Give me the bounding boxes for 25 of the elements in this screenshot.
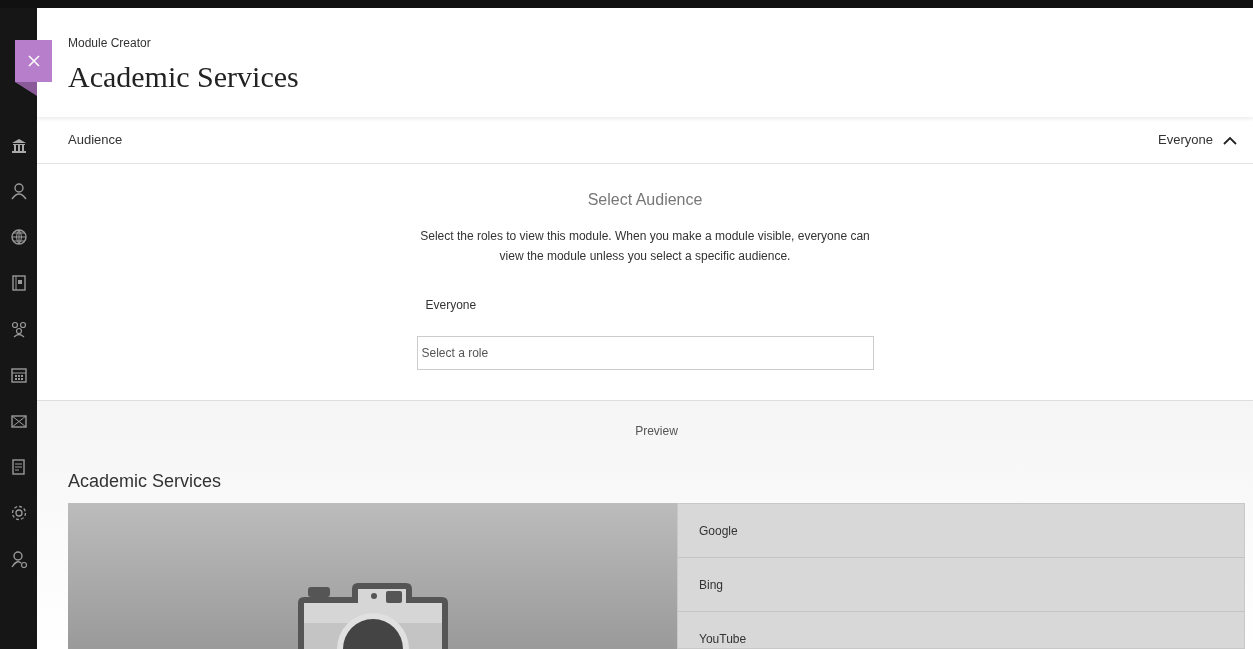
subtitle: Module Creator bbox=[68, 35, 152, 52]
book-icon[interactable] bbox=[9, 274, 28, 292]
link-item[interactable]: Bing bbox=[678, 558, 1244, 612]
user-settings-icon[interactable] bbox=[9, 550, 28, 568]
person-icon[interactable] bbox=[9, 182, 28, 200]
audience-value: Everyone bbox=[424, 298, 477, 312]
description: Select the roles to view this module. When you make a module visible, everyone can view the module unless you select a specific audience. bbox=[419, 228, 871, 265]
link-item[interactable]: YouTube bbox=[678, 612, 1244, 649]
audience-row[interactable]: Audience Everyone bbox=[37, 117, 1253, 164]
section-title: Select Audience bbox=[587, 190, 703, 210]
role-field[interactable]: Select a role bbox=[416, 336, 874, 370]
section-label: Audience bbox=[68, 131, 123, 150]
audience-value: Everyone bbox=[1158, 131, 1213, 150]
link-item[interactable]: Google bbox=[678, 504, 1244, 558]
close-icon bbox=[27, 55, 40, 67]
institution-icon[interactable] bbox=[9, 136, 28, 154]
page-title: Academic Services bbox=[68, 59, 300, 95]
group-icon[interactable] bbox=[9, 320, 28, 338]
calendar-icon[interactable] bbox=[9, 366, 28, 384]
notes-icon[interactable] bbox=[9, 458, 28, 476]
settings-icon[interactable] bbox=[9, 504, 28, 522]
mail-icon[interactable] bbox=[9, 412, 28, 430]
preview-label: Preview bbox=[634, 423, 679, 440]
module-title: Academic Services bbox=[68, 470, 223, 493]
globe-icon[interactable] bbox=[9, 228, 28, 246]
